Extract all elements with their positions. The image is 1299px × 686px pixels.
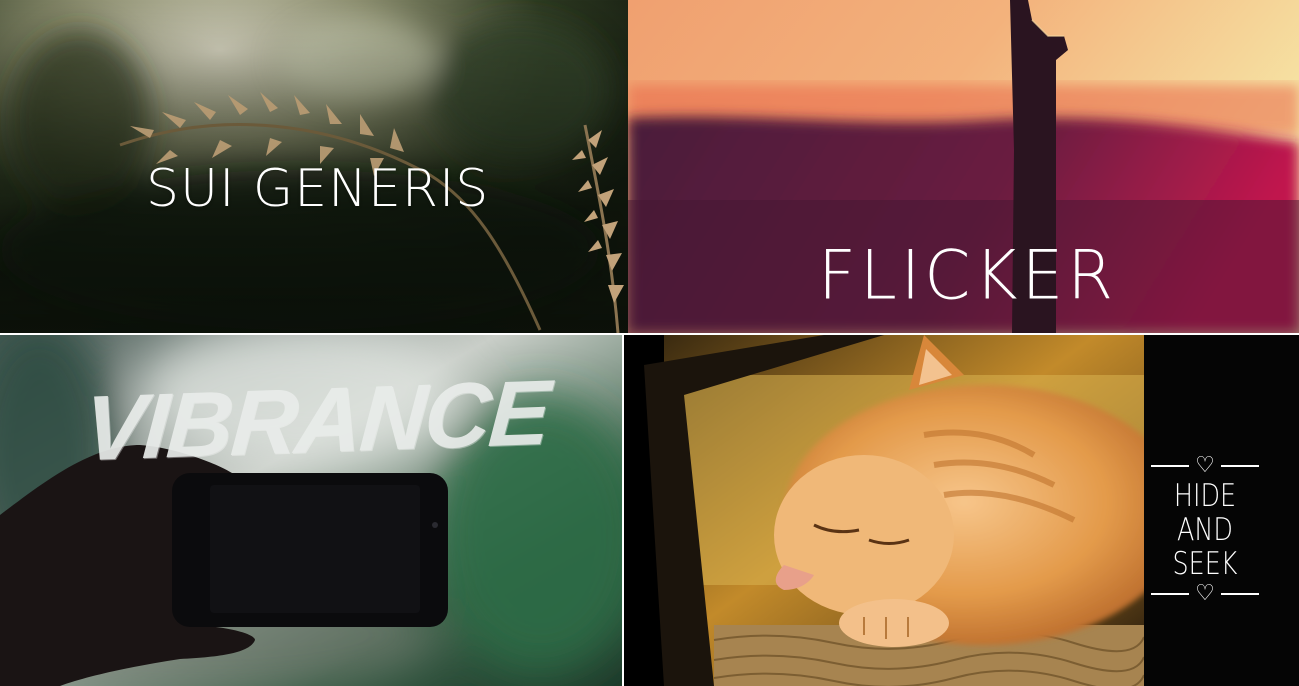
bottom-heart-divider: ♡ — [1140, 581, 1270, 607]
heart-icon: ♡ — [1195, 581, 1215, 606]
phone-photo-tile: VIBRANCE — [0, 335, 622, 686]
cat-photo-tile: ♡ HIDE AND SEEK ♡ — [624, 335, 1299, 686]
hide-and-seek-caption: ♡ HIDE AND SEEK ♡ — [1140, 453, 1270, 607]
flicker-caption: FLICKER — [818, 236, 1118, 315]
divider-line — [1220, 593, 1259, 595]
divider-line — [1151, 593, 1190, 595]
divider-line — [1220, 465, 1259, 467]
divider-line — [1151, 465, 1190, 467]
heart-icon: ♡ — [1195, 453, 1215, 478]
vibrance-caption: VIBRANCE — [80, 361, 552, 481]
collage-grid: SUI GENERIS FLICKER VIBRANCE ♡ HIDE AND … — [0, 0, 1299, 686]
grass-photo-tile: SUI GENERIS — [0, 0, 628, 333]
sui-generis-caption: SUI GENERIS — [146, 159, 490, 219]
caption-line-1: HIDE AND — [1173, 478, 1237, 548]
sunset-photo-tile: FLICKER — [628, 0, 1299, 333]
top-heart-divider: ♡ — [1140, 453, 1270, 479]
caption-line-2: SEEK — [1172, 546, 1238, 582]
